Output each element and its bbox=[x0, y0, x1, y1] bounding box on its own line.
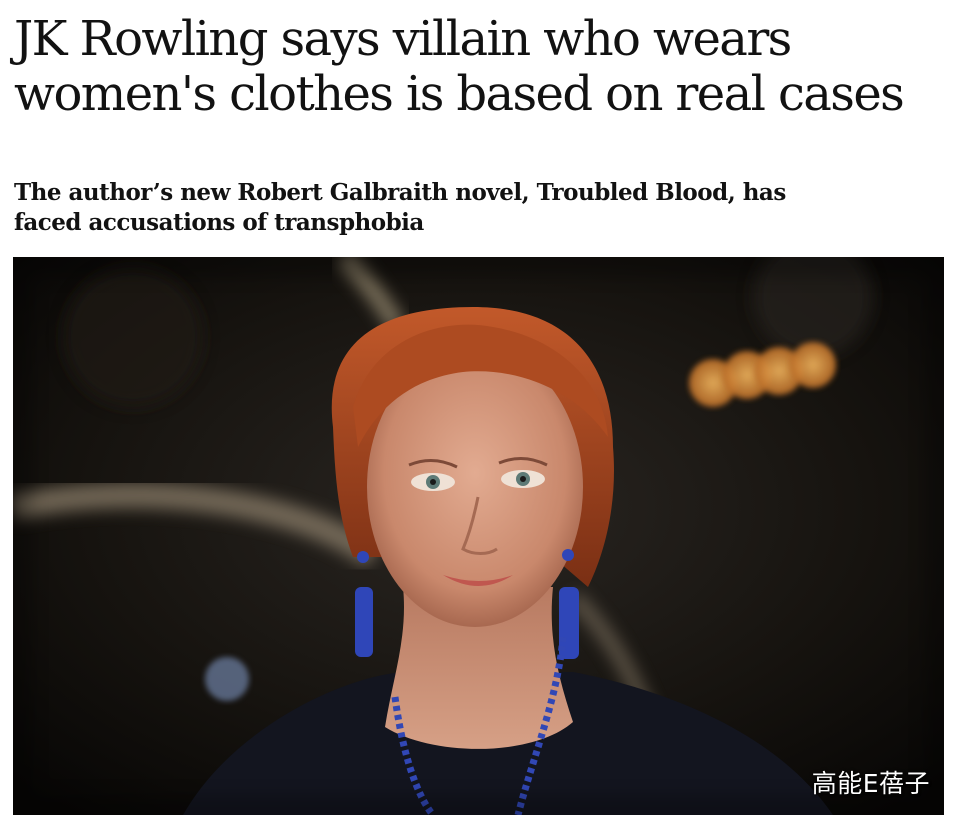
portrait-illustration bbox=[13, 257, 944, 815]
article-headline: JK Rowling says villain who wears women'… bbox=[14, 11, 905, 122]
article-standfirst: The author’s new Robert Galbraith novel,… bbox=[14, 179, 786, 236]
article-photo: 高能E蓓子 bbox=[13, 257, 944, 815]
watermark-text: 高能E蓓子 bbox=[811, 769, 930, 798]
